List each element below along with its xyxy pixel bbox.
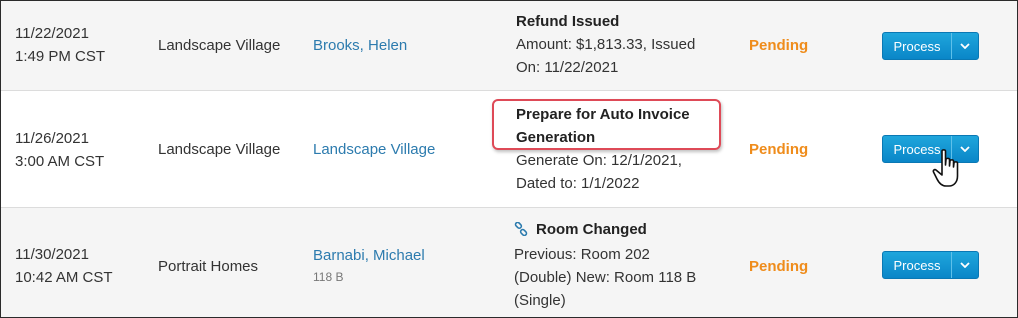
table-row: 11/22/2021 1:49 PM CST Landscape Village… <box>1 1 1017 91</box>
time-text: 1:49 PM CST <box>15 48 106 65</box>
event-detail: On: 11/22/2021 <box>516 59 619 76</box>
time-text: 3:00 AM CST <box>15 153 105 170</box>
event-title: Refund Issued <box>516 13 620 30</box>
process-split-button[interactable]: Process <box>882 251 979 279</box>
room-number: 118 B <box>313 270 344 284</box>
date-text: 11/26/2021 <box>15 130 89 147</box>
annotation-highlight-box <box>492 99 721 150</box>
process-split-button[interactable]: Process <box>882 32 979 60</box>
date-cell: 11/26/2021 3:00 AM CST <box>15 127 104 173</box>
date-text: 11/22/2021 <box>15 25 89 42</box>
event-detail: Amount: $1,813.33, Issued <box>516 36 696 53</box>
event-cell: Room Changed Previous: Room 202 (Double)… <box>514 218 724 312</box>
date-text: 11/30/2021 <box>15 246 89 263</box>
activity-table: 11/22/2021 1:49 PM CST Landscape Village… <box>0 0 1018 318</box>
event-detail: Generate On: 12/1/2021, <box>516 152 682 169</box>
event-detail: (Single) <box>514 292 566 309</box>
event-cell: Refund Issued Amount: $1,813.33, Issued … <box>516 10 726 79</box>
resident-name[interactable]: Landscape Village <box>313 141 435 158</box>
chevron-down-icon[interactable] <box>951 252 978 278</box>
event-detail: Dated to: 1/1/2022 <box>516 175 640 192</box>
date-cell: 11/22/2021 1:49 PM CST <box>15 22 105 68</box>
table-row: 11/30/2021 10:42 AM CST Portrait Homes B… <box>1 208 1017 317</box>
community-cell: Landscape Village <box>158 37 281 54</box>
time-text: 10:42 AM CST <box>15 269 113 286</box>
resident-name[interactable]: Barnabi, Michael <box>313 244 425 267</box>
resident-name[interactable]: Brooks, Helen <box>313 37 407 54</box>
status-badge: Pending <box>749 37 809 54</box>
event-detail: (Double) New: Room 118 B <box>514 269 697 286</box>
hand-cursor-icon <box>931 148 965 195</box>
process-button[interactable]: Process <box>883 33 951 59</box>
status-badge: Pending <box>749 141 809 158</box>
process-button[interactable]: Process <box>883 252 951 278</box>
event-detail: Previous: Room 202 <box>514 246 650 263</box>
community-cell: Landscape Village <box>158 141 281 158</box>
resident-link[interactable]: Brooks, Helen <box>313 34 407 57</box>
date-cell: 11/30/2021 10:42 AM CST <box>15 243 113 289</box>
status-badge: Pending <box>749 258 809 275</box>
link-icon <box>514 220 528 243</box>
chevron-down-icon[interactable] <box>951 33 978 59</box>
resident-link[interactable]: Landscape Village <box>313 138 435 161</box>
resident-link[interactable]: Barnabi, Michael 118 B <box>313 244 425 287</box>
community-cell: Portrait Homes <box>158 258 259 275</box>
event-title: Room Changed <box>536 221 647 238</box>
